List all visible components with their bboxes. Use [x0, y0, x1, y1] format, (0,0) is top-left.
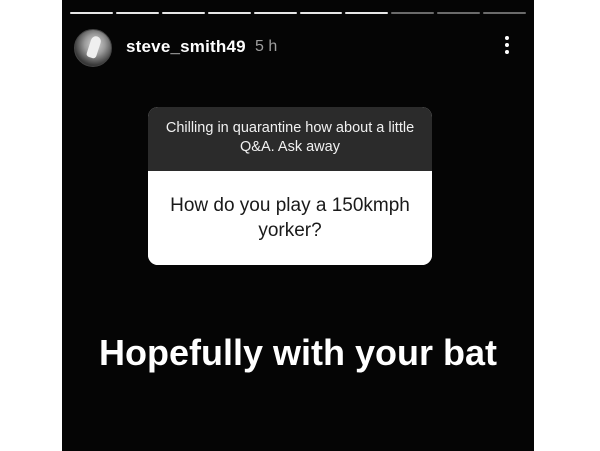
- story-viewer[interactable]: steve_smith49 5 h Chilling in quarantine…: [62, 0, 534, 451]
- more-dot: [505, 43, 509, 47]
- story-header: steve_smith49 5 h: [74, 28, 522, 67]
- avatar-figure: [85, 34, 103, 60]
- question-prompt: Chilling in quarantine how about a littl…: [148, 107, 432, 171]
- progress-segment: [207, 12, 251, 14]
- story-progress-bar: [70, 12, 527, 15]
- more-dot: [505, 36, 509, 40]
- progress-segment: [483, 12, 527, 14]
- progress-segment: [391, 12, 435, 14]
- avatar[interactable]: [74, 29, 112, 67]
- more-vertical-icon[interactable]: [504, 36, 510, 58]
- progress-segment: [70, 12, 113, 14]
- question-text: How do you play a 150kmph yorker?: [148, 171, 432, 265]
- progress-segment: [253, 12, 297, 14]
- progress-segment: [299, 12, 343, 14]
- username[interactable]: steve_smith49: [126, 37, 246, 57]
- question-sticker: Chilling in quarantine how about a littl…: [148, 107, 432, 265]
- progress-segment: [345, 12, 389, 14]
- more-dot: [505, 50, 509, 54]
- progress-segment: [437, 12, 481, 14]
- progress-segment: [161, 12, 205, 14]
- progress-segment: [115, 12, 159, 14]
- post-time: 5 h: [255, 38, 278, 55]
- answer-text: Hopefully with your bat: [98, 332, 497, 373]
